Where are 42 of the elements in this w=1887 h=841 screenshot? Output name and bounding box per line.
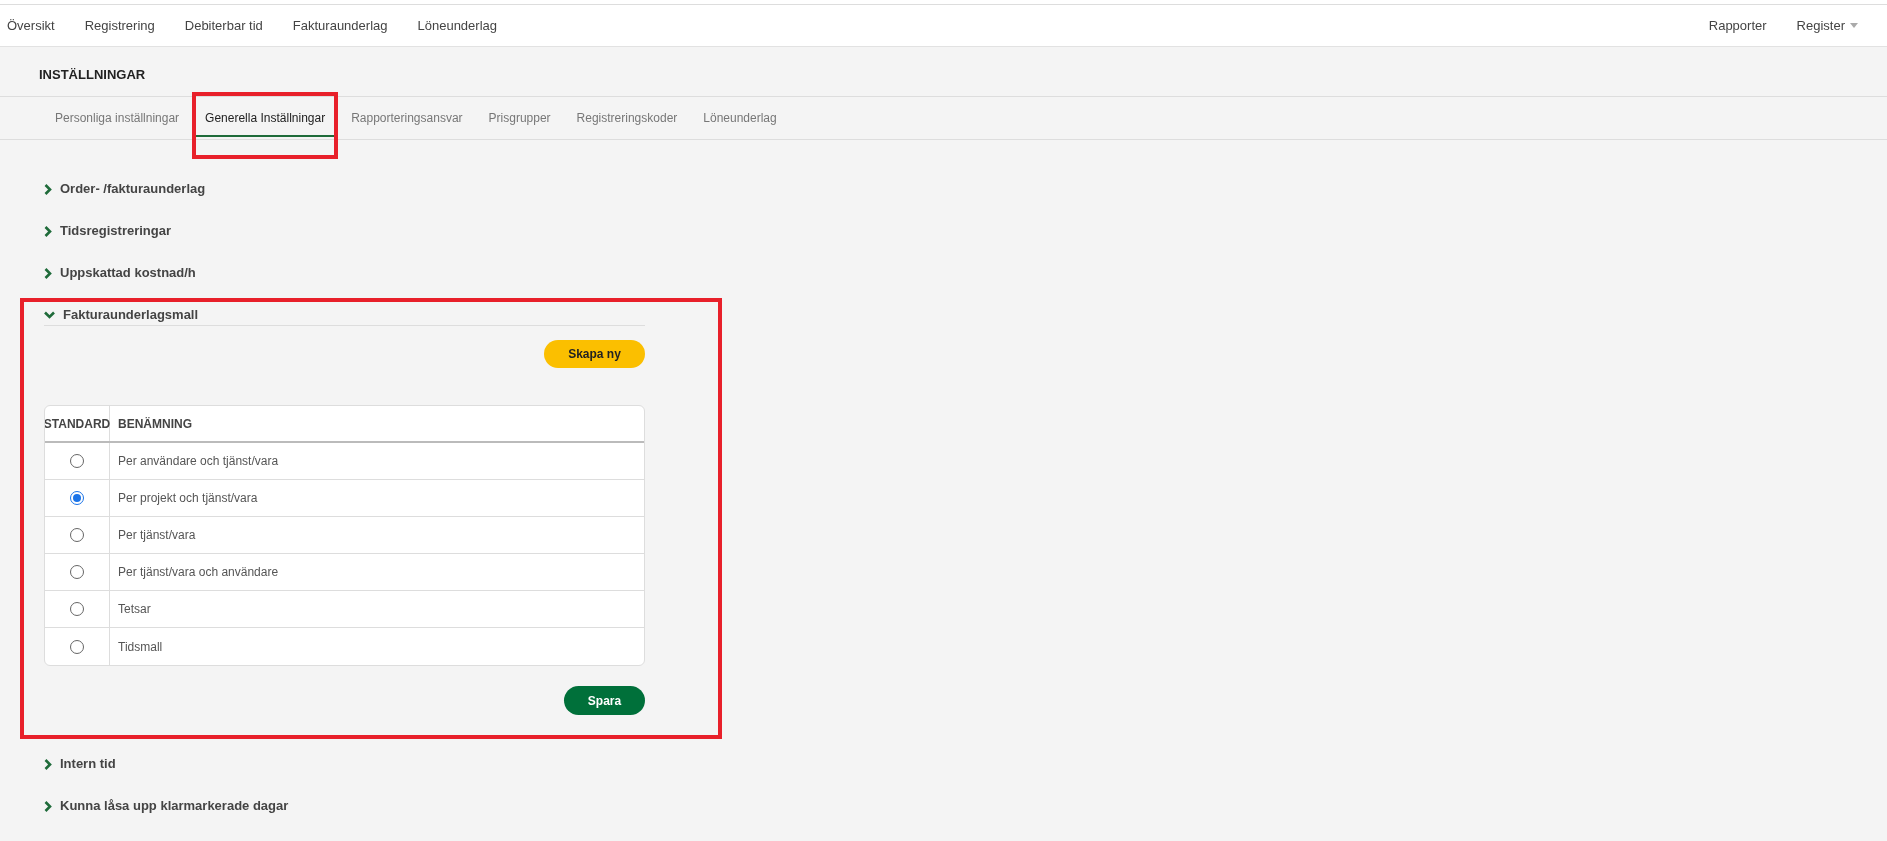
nav-link[interactable]: Register (1796, 15, 1845, 36)
nav-link[interactable]: Fakturaunderlag (277, 15, 403, 36)
nav-link[interactable]: Översikt (0, 15, 70, 36)
table-cell-text: Per tjänst/vara och användare (117, 564, 280, 581)
page-title: INSTÄLLNINGAR (39, 65, 146, 84)
section-header[interactable]: Tidsregistreringar (44, 221, 172, 241)
radio-button[interactable] (70, 491, 84, 505)
nav-link[interactable]: Debiterbar tid (169, 15, 278, 36)
nav-link[interactable]: Registrering (69, 15, 170, 36)
table-cell-text: Tetsar (117, 601, 152, 618)
section-header[interactable]: Uppskattad kostnad/h (44, 263, 196, 283)
tab[interactable]: Rapporteringsansvar (341, 101, 473, 137)
radio-button[interactable] (70, 454, 84, 468)
column-header: STANDARD (45, 406, 110, 441)
chevron-right-icon (44, 183, 52, 195)
table-cell-text: Per användare och tjänst/vara (117, 453, 280, 470)
nav-link[interactable]: Rapporter (1708, 15, 1767, 36)
table-cell-text: Per projekt och tjänst/vara (117, 490, 259, 507)
section-header[interactable]: Intern tid (44, 754, 116, 774)
create-button[interactable]: Skapa ny (544, 340, 645, 368)
chevron-right-icon (44, 758, 52, 770)
chevron-right-icon (44, 800, 52, 812)
radio-button[interactable] (70, 602, 84, 616)
tab[interactable]: Prisgrupper (478, 101, 561, 137)
nav-link[interactable]: Löneunderlag (402, 15, 512, 36)
tab[interactable]: Löneunderlag (693, 101, 787, 137)
radio-button[interactable] (70, 565, 84, 579)
tab[interactable]: Registreringskoder (566, 101, 688, 137)
section-header[interactable]: Order- /fakturaunderlag (44, 179, 206, 199)
chevron-right-icon (44, 225, 52, 237)
radio-button[interactable] (70, 528, 84, 542)
chevron-down-icon (44, 310, 55, 319)
tab[interactable]: Generella Inställningar (195, 101, 336, 137)
table-cell-text: Per tjänst/vara (117, 527, 197, 544)
column-header: BENÄMNING (117, 415, 193, 433)
save-button[interactable]: Spara (564, 686, 645, 715)
tab[interactable]: Personliga inställningar (45, 101, 190, 137)
table-cell-text: Tidsmall (117, 638, 164, 656)
chevron-right-icon (44, 267, 52, 279)
section-header[interactable]: Fakturaunderlagsmall (44, 306, 645, 326)
section-header[interactable]: Kunna låsa upp klarmarkerade dagar (44, 796, 289, 816)
radio-button[interactable] (70, 639, 84, 654)
